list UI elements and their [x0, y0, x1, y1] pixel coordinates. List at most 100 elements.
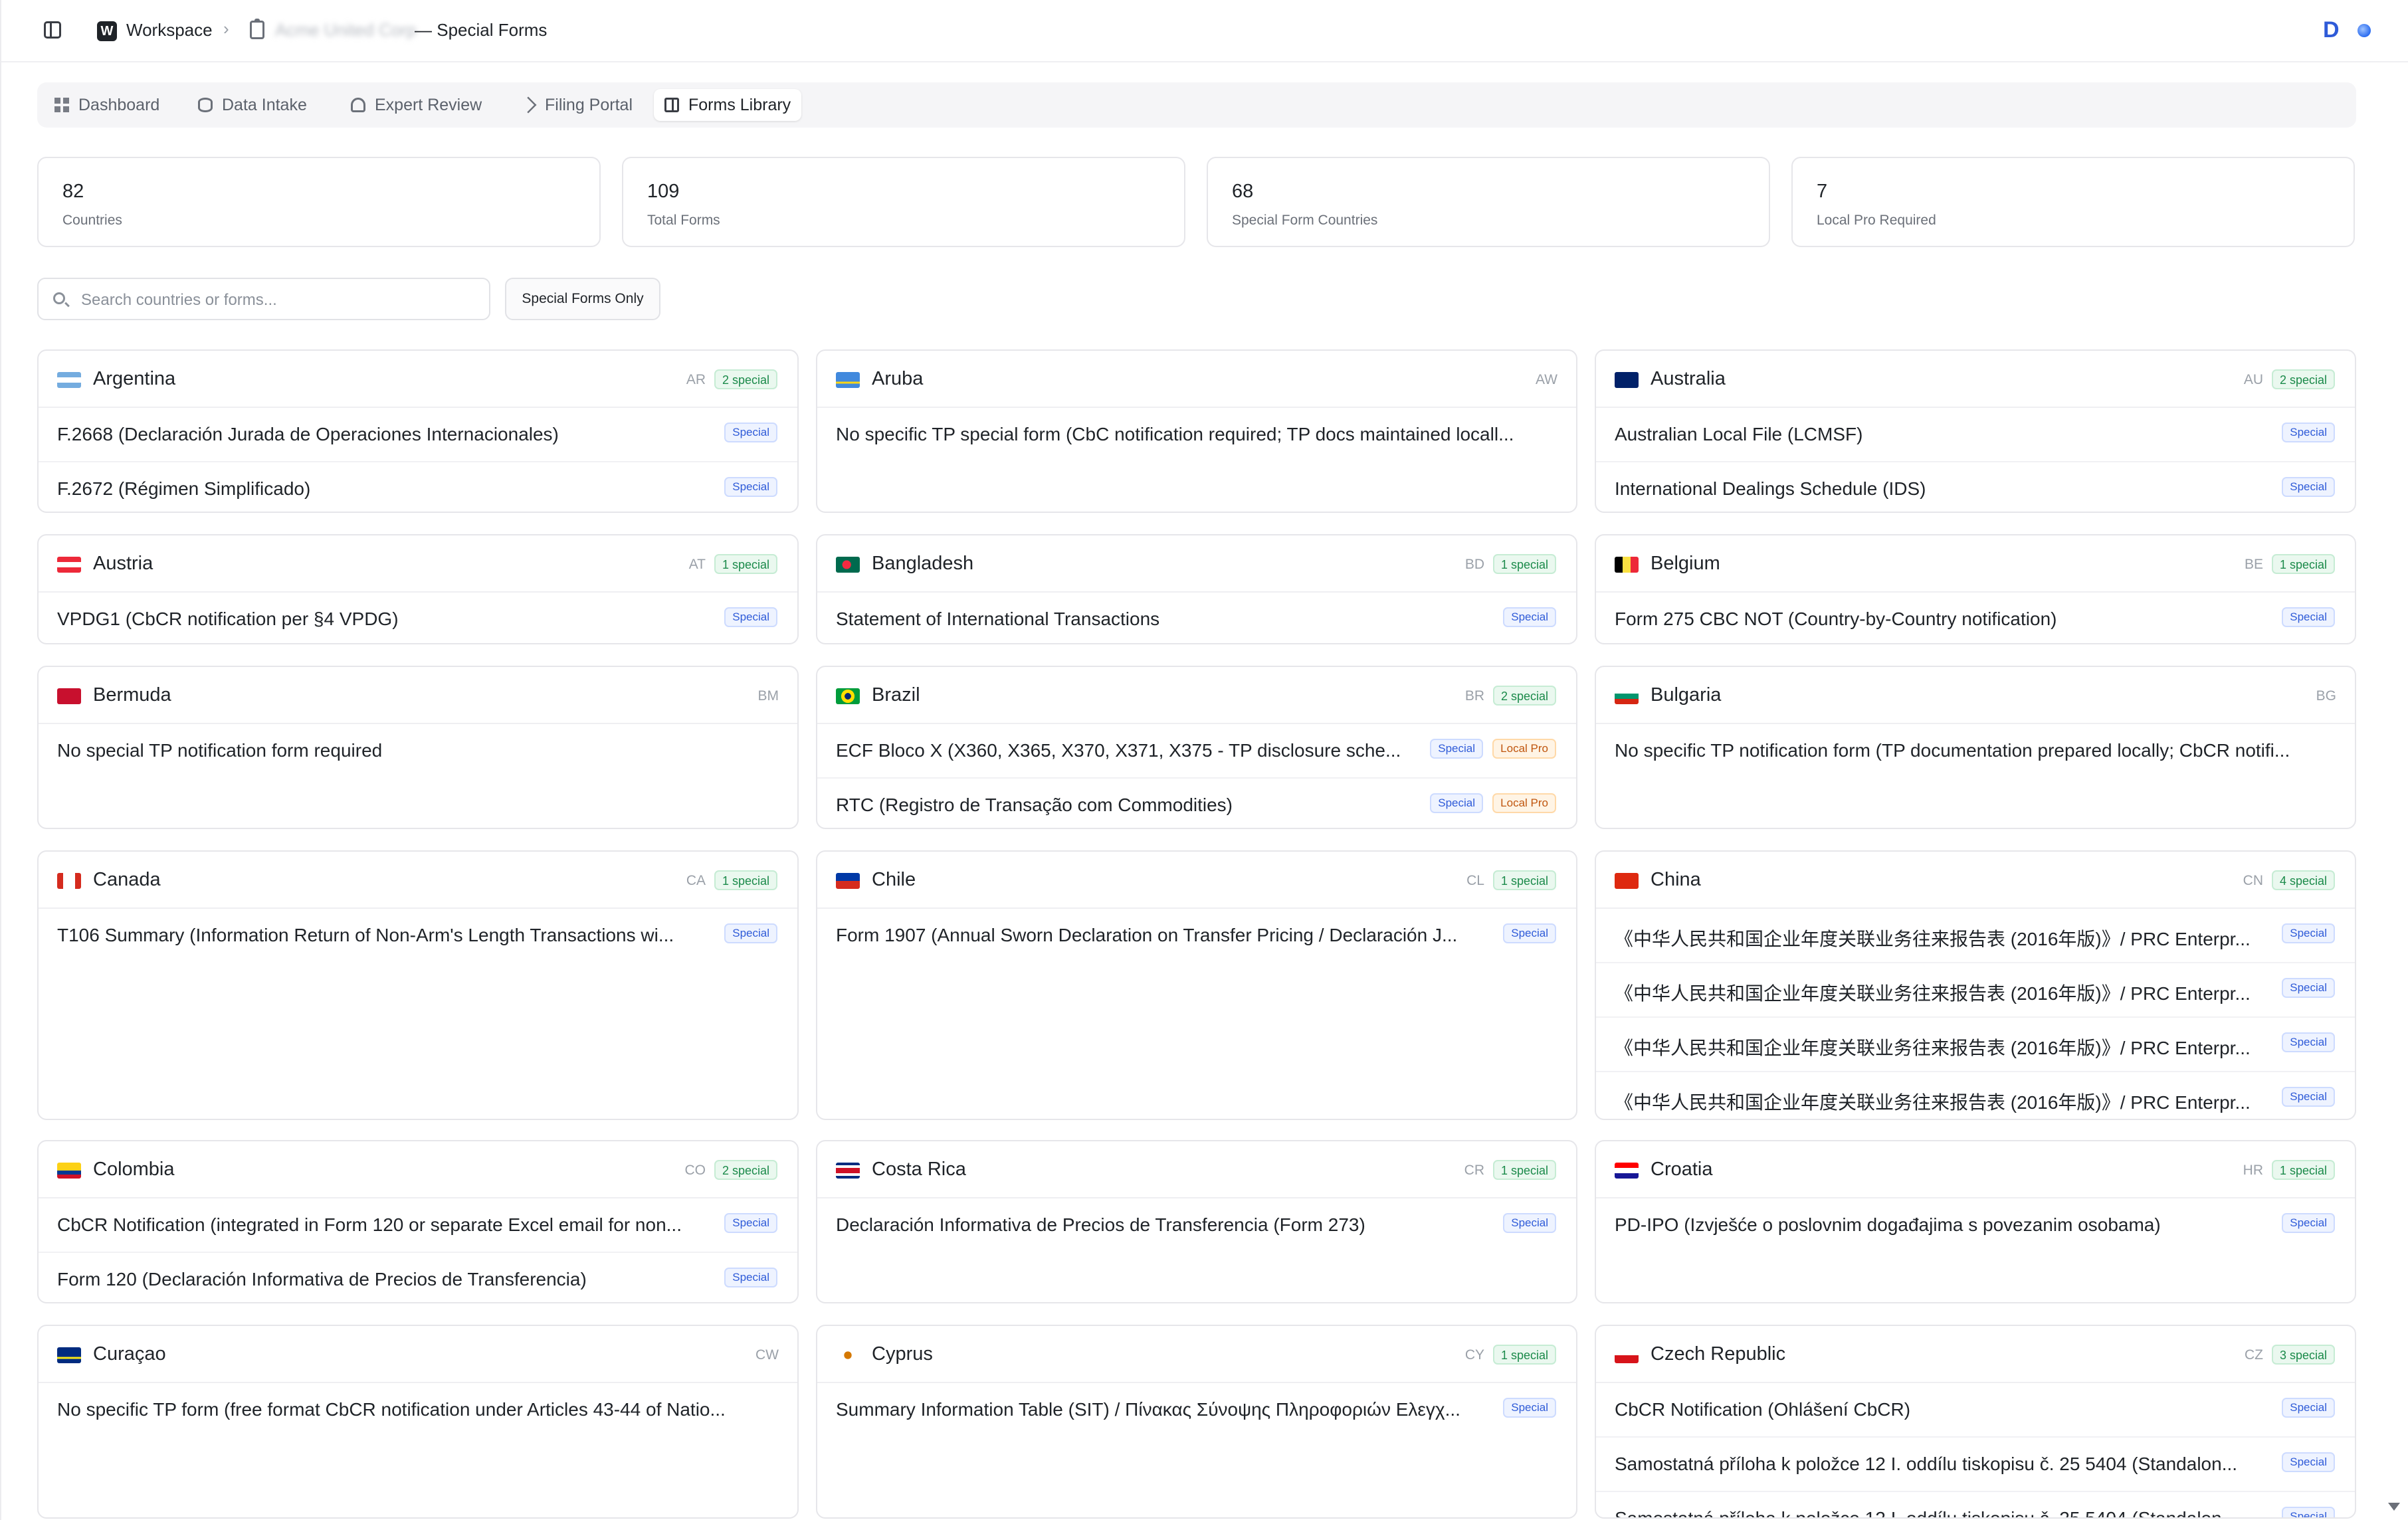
form-row[interactable]: F.2672 (Régimen Simplificado) Special	[39, 462, 797, 512]
search-icon	[53, 292, 65, 304]
country-code: AW	[1535, 372, 1557, 387]
country-name: Aruba	[872, 368, 924, 389]
special-tag: Special	[724, 1268, 777, 1287]
country-name: Brazil	[872, 684, 920, 706]
country-code: BD	[1464, 557, 1484, 572]
form-row[interactable]: ECF Bloco X (X360, X365, X370, X371, X37…	[817, 724, 1576, 779]
country-card[interactable]: Cyprus CY 1 special Summary Information Tab…	[816, 1325, 1577, 1519]
country-card-header: Bangladesh BD 1 special	[817, 535, 1576, 593]
stat-label: Local Pro Required	[1817, 213, 1936, 228]
country-card[interactable]: Costa Rica CR 1 special Declaración Informa…	[816, 1140, 1577, 1303]
special-tag: Special	[724, 607, 777, 627]
special-forms-only-button[interactable]: Special Forms Only	[505, 278, 660, 320]
form-row[interactable]: Samostatná příloha k položce 12 I. oddíl…	[1596, 1492, 2355, 1517]
tab-forms-library[interactable]: Forms Library	[654, 89, 802, 121]
search-input[interactable]	[80, 288, 481, 312]
form-row[interactable]: 《中华人民共和国企业年度关联业务往来报告表 (2016年版)》/ PRC Ent…	[1596, 963, 2355, 1018]
form-row[interactable]: F.2668 (Declaración Jurada de Operacione…	[39, 408, 797, 462]
tab-dashboard[interactable]: Dashboard	[44, 89, 170, 121]
special-count-badge: 1 special	[2271, 554, 2335, 574]
country-card[interactable]: Bermuda BM No special TP notification form…	[37, 666, 799, 829]
form-row[interactable]: RTC (Registro de Transação com Commoditi…	[817, 779, 1576, 828]
country-name: Austria	[93, 553, 153, 574]
country-card[interactable]: Colombia CO 2 special CbCR Notification (in…	[37, 1140, 799, 1303]
stat-label: Countries	[62, 213, 122, 228]
form-row[interactable]: PD-IPO (Izvješće o poslovnim događajima …	[1596, 1198, 2355, 1252]
form-name: Statement of International Transactions	[836, 609, 1160, 629]
country-card[interactable]: Bangladesh BD 1 special Statement of Intern…	[816, 534, 1577, 644]
form-row[interactable]: Samostatná příloha k položce 12 I. oddíl…	[1596, 1438, 2355, 1492]
grid-icon	[54, 98, 69, 112]
user-avatar[interactable]: D	[2323, 17, 2340, 43]
form-row[interactable]: CbCR Notification (Ohlášení CbCR) Special	[1596, 1383, 2355, 1438]
form-name: Form 275 CBC NOT (Country-by-Country not…	[1615, 609, 2057, 629]
form-row[interactable]: No specific TP special form (CbC notific…	[817, 408, 1576, 461]
local-pro-tag: Local Pro	[1492, 739, 1556, 759]
country-card[interactable]: China CN 4 special 《中华人民共和国企业年度关联业务往来报告表 (2…	[1595, 850, 2356, 1120]
country-card[interactable]: Croatia HR 1 special PD-IPO (Izvješće o pos…	[1595, 1140, 2356, 1303]
form-row[interactable]: Australian Local File (LCMSF) Special	[1596, 408, 2355, 462]
flag-icon	[836, 557, 860, 573]
country-card[interactable]: Curaçao CW No specific TP form (free forma…	[37, 1325, 799, 1519]
stat-special-form-countries: 68 Special Form Countries	[1207, 157, 1770, 247]
scroll-down-arrow-icon[interactable]	[2388, 1503, 2400, 1511]
form-row[interactable]: Statement of International Transactions S…	[817, 593, 1576, 643]
flag-icon	[836, 688, 860, 704]
tab-data-intake[interactable]: Data Intake	[187, 89, 318, 121]
form-name: No special TP notification form required	[57, 740, 383, 761]
special-count-badge: 3 special	[2271, 1345, 2335, 1365]
breadcrumb-org[interactable]: Acme United Corp	[275, 20, 416, 41]
flag-icon	[57, 557, 81, 573]
country-card-header: Cyprus CY 1 special	[817, 1326, 1576, 1383]
assistant-orb-icon[interactable]	[2358, 24, 2371, 37]
country-card[interactable]: Chile CL 1 special Form 1907 (Annual Sworn …	[816, 850, 1577, 1120]
country-card[interactable]: Aruba AW No specific TP special form (CbC …	[816, 349, 1577, 513]
country-card[interactable]: Argentina AR 2 special F.2668 (Declaración …	[37, 349, 799, 513]
special-tag: Special	[2282, 923, 2335, 943]
special-tag: Special	[1503, 1398, 1556, 1418]
form-row[interactable]: No specific TP notification form (TP doc…	[1596, 724, 2355, 777]
tab-expert-review[interactable]: Expert Review	[340, 89, 492, 121]
country-card[interactable]: Bulgaria BG No specific TP notification fo…	[1595, 666, 2356, 829]
flag-icon	[836, 873, 860, 889]
breadcrumb-page: — Special Forms	[415, 20, 548, 40]
form-name: 《中华人民共和国企业年度关联业务往来报告表 (2016年版)》/ PRC Ent…	[1615, 929, 2251, 949]
country-card[interactable]: Brazil BR 2 special ECF Bloco X (X360, X365…	[816, 666, 1577, 829]
form-row[interactable]: No special TP notification form required	[39, 724, 797, 777]
country-code: CN	[2243, 873, 2263, 888]
form-row[interactable]: VPDG1 (CbCR notification per §4 VPDG) Spe…	[39, 593, 797, 643]
form-row[interactable]: No specific TP form (free format CbCR no…	[39, 1383, 797, 1436]
tab-filing-portal[interactable]: Filing Portal	[510, 89, 643, 121]
country-card[interactable]: Australia AU 2 special Australian Local Fil…	[1595, 349, 2356, 513]
country-name: Australia	[1651, 368, 1726, 389]
form-row[interactable]: Form 1907 (Annual Sworn Declaration on T…	[817, 909, 1576, 962]
country-card-header: Canada CA 1 special	[39, 852, 797, 909]
country-card-header: Croatia HR 1 special	[1596, 1141, 2355, 1198]
special-tag: Special	[1503, 1213, 1556, 1233]
form-row[interactable]: 《中华人民共和国企业年度关联业务往来报告表 (2016年版)》/ PRC Ent…	[1596, 1018, 2355, 1072]
breadcrumb-workspace[interactable]: Workspace	[126, 20, 213, 41]
form-row[interactable]: Form 120 (Declaración Informativa de Pre…	[39, 1253, 797, 1302]
special-tag: Special	[2282, 1213, 2335, 1233]
country-card[interactable]: Belgium BE 1 special Form 275 CBC NOT (Coun…	[1595, 534, 2356, 644]
country-code: CY	[1464, 1347, 1484, 1363]
form-row[interactable]: CbCR Notification (integrated in Form 12…	[39, 1198, 797, 1253]
special-count-badge: 2 special	[2271, 369, 2335, 389]
form-row[interactable]: 《中华人民共和国企业年度关联业务往来报告表 (2016年版)》/ PRC Ent…	[1596, 909, 2355, 963]
form-row[interactable]: International Dealings Schedule (IDS) Spe…	[1596, 462, 2355, 512]
country-card[interactable]: Czech Republic CZ 3 special CbCR Notificati…	[1595, 1325, 2356, 1519]
country-name: Costa Rica	[872, 1159, 966, 1180]
form-row[interactable]: T106 Summary (Information Return of Non-…	[39, 909, 797, 962]
form-row[interactable]: Summary Information Table (SIT) / Πίνακα…	[817, 1383, 1576, 1436]
form-row[interactable]: Declaración Informativa de Precios de Tr…	[817, 1198, 1576, 1252]
country-name: Chile	[872, 869, 916, 890]
form-row[interactable]: Form 275 CBC NOT (Country-by-Country not…	[1596, 593, 2355, 643]
country-name: Bulgaria	[1651, 684, 1722, 706]
country-card[interactable]: Austria AT 1 special VPDG1 (CbCR notificati…	[37, 534, 799, 644]
flag-icon	[57, 873, 81, 889]
country-card[interactable]: Canada CA 1 special T106 Summary (Informati…	[37, 850, 799, 1120]
sidebar-toggle-icon[interactable]	[44, 21, 61, 39]
special-tag: Special	[724, 1213, 777, 1233]
special-count-badge: 1 special	[1492, 1345, 1556, 1365]
form-row[interactable]: 《中华人民共和国企业年度关联业务往来报告表 (2016年版)》/ PRC Ent…	[1596, 1072, 2355, 1119]
